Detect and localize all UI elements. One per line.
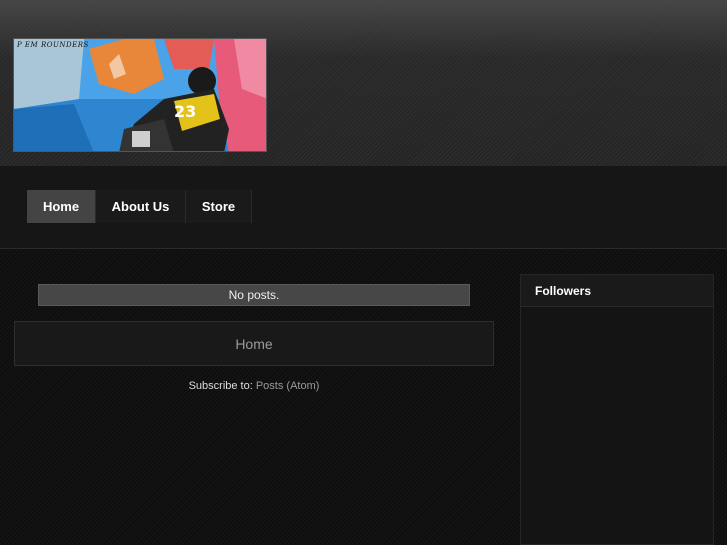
no-posts-message: No posts. xyxy=(38,284,470,306)
banner-caption: P EM ROUNDERS xyxy=(17,41,89,49)
tab-home[interactable]: Home xyxy=(27,190,96,223)
tab-about-us[interactable]: About Us xyxy=(96,190,186,223)
subscribe-label: Subscribe to: xyxy=(188,380,253,392)
header-banner-image[interactable]: 23 P EM ROUNDERS xyxy=(13,38,267,152)
nav-tabs: Home About Us Store xyxy=(27,190,252,223)
navbar: Home About Us Store xyxy=(0,166,727,249)
home-link[interactable]: Home xyxy=(14,321,494,366)
header: 23 P EM ROUNDERS xyxy=(0,0,727,166)
posts-atom-link[interactable]: Posts (Atom) xyxy=(256,380,320,392)
jersey-number: 23 xyxy=(174,102,196,121)
tab-store[interactable]: Store xyxy=(186,190,252,223)
followers-title: Followers xyxy=(521,275,713,307)
sidebar: Followers xyxy=(520,274,714,545)
subscribe-line: Subscribe to: Posts (Atom) xyxy=(14,380,494,392)
paintball-player-image: 23 xyxy=(14,39,266,151)
